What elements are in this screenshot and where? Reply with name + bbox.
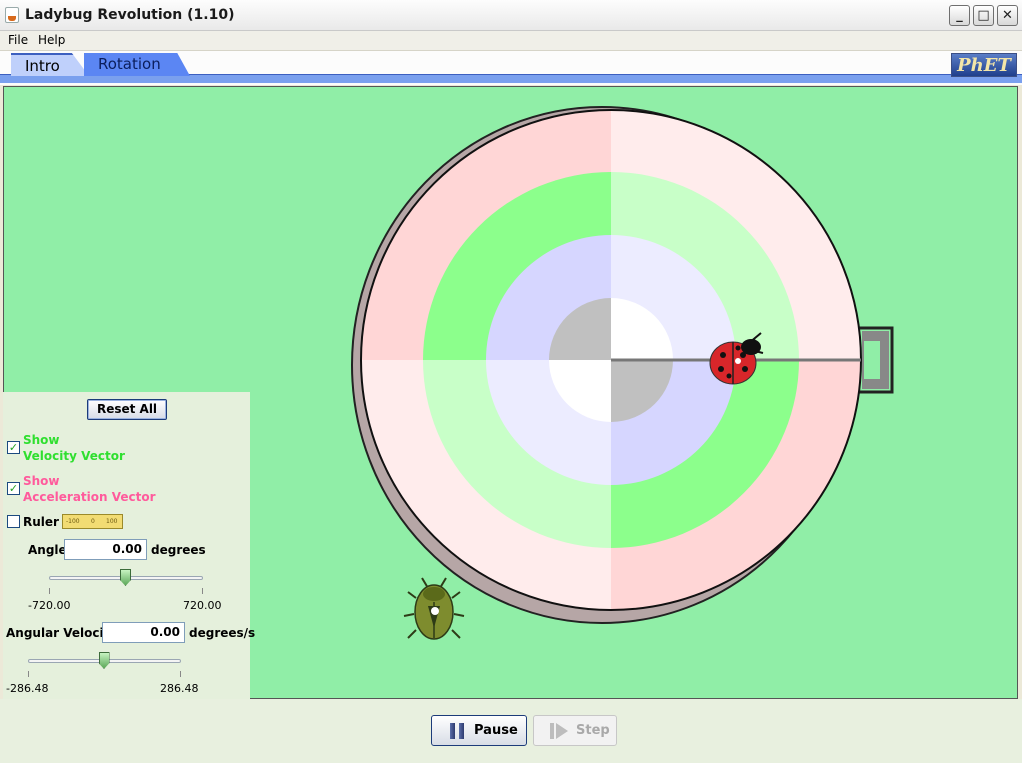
step-label: Step [576,723,610,738]
pause-label: Pause [474,723,518,738]
angle-slider-tick [202,588,203,594]
acceleration-label-line2: Acceleration Vector [23,490,156,504]
ruler-tick-label: -100 [66,518,80,525]
pause-button[interactable]: Pause [431,715,527,746]
angular-velocity-slider-tick [180,671,181,677]
angular-velocity-units: degrees/s [189,626,256,640]
ruler-label: Ruler [23,515,59,529]
angular-velocity-slider-thumb[interactable] [98,652,110,669]
angle-slider-thumb[interactable] [120,569,131,586]
acceleration-vector-checkbox[interactable]: ✓ [7,482,20,495]
velocity-label-line2: Velocity Vector [23,449,125,463]
platform-handle-gap [864,341,880,379]
ruler-tick-label: 0 [91,518,95,525]
phet-logo[interactable]: PhET [951,53,1017,77]
ruler-icon: -100 0 100 [62,514,123,529]
velocity-vector-checkbox[interactable]: ✓ [7,441,20,454]
ruler-checkbox[interactable] [7,515,20,528]
step-button[interactable]: Step [533,715,617,746]
tab-rotation[interactable]: Rotation [84,53,190,76]
java-app-icon [5,7,19,23]
step-icon [550,723,570,739]
angular-velocity-label: Angular Velocity [6,626,118,640]
angle-slider-tick [49,588,50,594]
angle-label: Angle [28,543,67,557]
menu-help[interactable]: Help [38,33,65,47]
angle-min-label: -720.00 [28,599,71,612]
angular-velocity-max-label: 286.48 [160,682,199,695]
beetle-icon[interactable] [403,577,465,640]
platform-disc[interactable] [360,109,862,611]
menu-bar: File Help [0,31,1022,51]
velocity-label-line1: Show [23,433,60,447]
title-bar: Ladybug Revolution (1.10) _ □ ✕ [0,0,1022,31]
angular-velocity-slider-tick [28,671,29,677]
maximize-button[interactable]: □ [973,5,994,26]
minimize-button[interactable]: _ [949,5,970,26]
angle-units: degrees [151,543,206,557]
angular-velocity-input[interactable]: 0.00 [102,622,185,643]
angle-input[interactable]: 0.00 [64,539,147,560]
ruler-tick-label: 100 [106,518,118,525]
reset-all-button[interactable]: Reset All [87,399,167,420]
clock-control-bar: Pause Step [0,699,1022,763]
angular-velocity-min-label: -286.48 [6,682,49,695]
pause-icon [450,723,465,739]
menu-file[interactable]: File [8,33,28,47]
angle-max-label: 720.00 [183,599,222,612]
close-button[interactable]: ✕ [997,5,1018,26]
window-title: Ladybug Revolution (1.10) [25,7,235,23]
control-panel: Reset All ✓ Show Velocity Vector ✓ Show … [3,392,255,699]
acceleration-label-line1: Show [23,474,60,488]
